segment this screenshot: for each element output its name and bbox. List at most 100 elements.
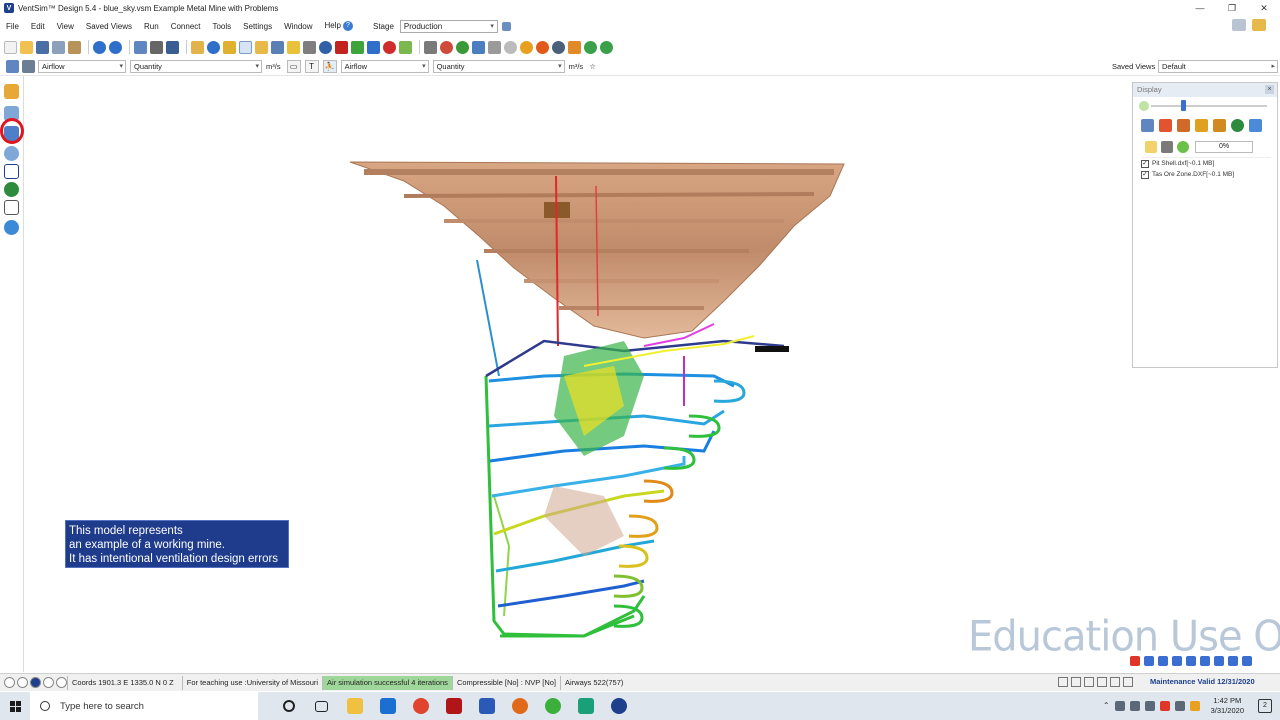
- nav-last-icon[interactable]: [56, 677, 67, 688]
- pen-icon[interactable]: [1174, 701, 1185, 711]
- text-data-select[interactable]: Airflow ▾: [340, 60, 429, 73]
- menu-edit[interactable]: Edit: [25, 22, 51, 31]
- color-data-select[interactable]: Airflow ▾: [38, 60, 126, 73]
- globe-icon[interactable]: [4, 182, 19, 197]
- export-icon[interactable]: [1249, 119, 1262, 132]
- play-circle-icon[interactable]: [207, 40, 220, 54]
- binoculars-icon[interactable]: [150, 40, 163, 54]
- favorite-star-icon[interactable]: ☆: [589, 62, 596, 71]
- sound-icon[interactable]: [504, 40, 517, 54]
- menu-view[interactable]: View: [51, 22, 80, 31]
- chart-pie-icon[interactable]: [440, 40, 453, 54]
- arrow-right-icon[interactable]: [351, 40, 364, 54]
- view-cube-icon[interactable]: [1097, 677, 1107, 687]
- heat-icon[interactable]: [520, 40, 533, 54]
- saved-views-select[interactable]: Default ▸: [1158, 60, 1278, 73]
- text-type-select[interactable]: Quantity ▾: [432, 60, 565, 73]
- grid-icon[interactable]: [22, 60, 35, 73]
- table-icon[interactable]: [166, 40, 179, 54]
- shirt-icon[interactable]: [1228, 656, 1238, 666]
- zoom-icon[interactable]: [239, 40, 252, 54]
- minimize-button[interactable]: —: [1184, 0, 1216, 16]
- layer-item[interactable]: ✓ Tas Ore Zone.DXF[~0.1 MB]: [1141, 169, 1271, 180]
- view-cube-icon[interactable]: [1123, 677, 1133, 687]
- cortana-button[interactable]: [272, 692, 305, 720]
- menu-tools[interactable]: Tools: [206, 22, 237, 31]
- taskbar-search[interactable]: Type here to search: [30, 692, 258, 720]
- mail-button[interactable]: [371, 692, 404, 720]
- text-toggle-button[interactable]: T: [304, 60, 319, 73]
- grid-icon[interactable]: [1141, 119, 1154, 132]
- redo-icon[interactable]: [109, 40, 122, 54]
- bulb-off-icon[interactable]: [1161, 141, 1173, 153]
- copy-view-icon[interactable]: [134, 40, 147, 54]
- zoom-extents-icon[interactable]: [6, 60, 19, 73]
- maximize-button[interactable]: ❐: [1216, 0, 1248, 16]
- move-icon[interactable]: [271, 40, 284, 54]
- transparency-toggle-icon[interactable]: [1139, 101, 1149, 111]
- recycle-icon[interactable]: [584, 40, 597, 54]
- view-cube-icon[interactable]: [1084, 677, 1094, 687]
- acrobat-button[interactable]: [437, 692, 470, 720]
- fire-icon[interactable]: [536, 40, 549, 54]
- fan-icon[interactable]: [424, 40, 437, 54]
- menu-file[interactable]: File: [0, 22, 25, 31]
- nav-next-icon[interactable]: [43, 677, 54, 688]
- target-icon[interactable]: [319, 40, 332, 54]
- transparency-slider[interactable]: [1151, 105, 1267, 107]
- menu-connect[interactable]: Connect: [165, 22, 207, 31]
- moon-icon[interactable]: [1158, 656, 1168, 666]
- grid-menu-icon[interactable]: [1242, 656, 1252, 666]
- clock[interactable]: 1:42 PM 3/31/2020: [1211, 696, 1244, 716]
- app-button[interactable]: [503, 692, 536, 720]
- swap-icon[interactable]: [399, 40, 412, 54]
- color-type-select[interactable]: Quantity ▾: [130, 60, 262, 73]
- filter-icon[interactable]: [488, 40, 501, 54]
- keyboard-icon[interactable]: [1200, 656, 1210, 666]
- slider-thumb[interactable]: [1181, 100, 1186, 111]
- box-3d-icon[interactable]: [4, 84, 19, 99]
- view-cube-icon[interactable]: [1071, 677, 1081, 687]
- edit-sheet-icon[interactable]: [472, 40, 485, 54]
- close-icon[interactable]: ×: [1265, 85, 1274, 94]
- notifications-icon[interactable]: 2: [1258, 699, 1272, 713]
- volume-icon[interactable]: [1144, 701, 1155, 711]
- punct-icon[interactable]: [1172, 656, 1182, 666]
- layer-checkbox[interactable]: ✓: [1141, 170, 1149, 179]
- stop-icon[interactable]: [383, 40, 396, 54]
- nav-prev-icon[interactable]: [17, 677, 28, 688]
- close-button[interactable]: ✕: [1248, 0, 1280, 16]
- legend-toggle-button[interactable]: ▭: [286, 60, 301, 73]
- save-as-icon[interactable]: [52, 40, 65, 54]
- nav-home-icon[interactable]: [30, 677, 41, 688]
- ventsim-button[interactable]: [602, 692, 635, 720]
- delete-x-icon[interactable]: [335, 40, 348, 54]
- layer-down-icon[interactable]: [1213, 119, 1226, 132]
- globe-icon[interactable]: [1231, 119, 1244, 132]
- view-cube-icon[interactable]: [1058, 677, 1068, 687]
- model-viewport[interactable]: This model represents an example of a wo…: [24, 76, 1280, 672]
- lang-icon[interactable]: [1144, 656, 1154, 666]
- settings-gear-icon[interactable]: [4, 220, 19, 235]
- draw-icon[interactable]: [255, 40, 268, 54]
- view-cube-icon[interactable]: [1110, 677, 1120, 687]
- nav-first-icon[interactable]: [4, 677, 15, 688]
- open-folder-icon[interactable]: [20, 40, 33, 54]
- undo-icon[interactable]: [93, 40, 106, 54]
- paste-icon[interactable]: [68, 40, 81, 54]
- network-icon[interactable]: [1129, 701, 1140, 711]
- mic-icon[interactable]: [1214, 656, 1224, 666]
- menu-run[interactable]: Run: [138, 22, 165, 31]
- explorer-button[interactable]: [338, 692, 371, 720]
- screenshot-icon[interactable]: [1232, 19, 1246, 31]
- wechat-button[interactable]: [536, 692, 569, 720]
- list-icon[interactable]: [1159, 119, 1172, 132]
- new-file-icon[interactable]: [4, 40, 17, 54]
- menu-settings[interactable]: Settings: [237, 22, 278, 31]
- layer-up-icon[interactable]: [1195, 119, 1208, 132]
- usb-icon[interactable]: [1114, 701, 1125, 711]
- menu-saved-views[interactable]: Saved Views: [80, 22, 138, 31]
- add-zoom-icon[interactable]: [456, 40, 469, 54]
- layer-item[interactable]: ✓ Pit Shell.dxf[~0.1 MB]: [1141, 158, 1271, 169]
- task-view-button[interactable]: [305, 692, 338, 720]
